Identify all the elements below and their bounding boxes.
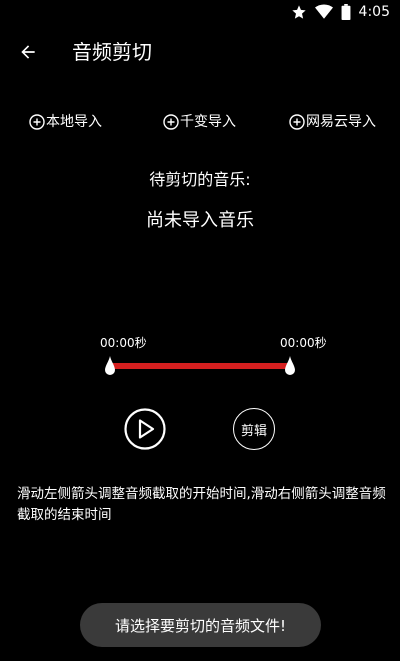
cut-button[interactable]: 剪辑	[233, 408, 275, 450]
arrow-left-icon	[21, 45, 35, 59]
status-bar: 4:05	[0, 0, 400, 24]
status-icons: 4:05	[291, 3, 390, 21]
instruction-text: 滑动左侧箭头调整音频截取的开始时间,滑动右侧箭头调整音频截取的结束时间	[17, 486, 386, 523]
start-time-label: 00:00秒	[100, 336, 147, 350]
start-handle[interactable]	[104, 356, 116, 376]
screen: 4:05 音频剪切 本地导入 千变导入 网易云导入 待剪切的音乐: 尚未导入音乐…	[0, 0, 400, 661]
play-button[interactable]	[124, 408, 166, 450]
end-time-label: 00:00秒	[280, 336, 327, 350]
end-handle[interactable]	[284, 356, 296, 376]
status-time: 4:05	[358, 4, 390, 20]
qianbian-import-label: 千变导入	[180, 114, 236, 130]
plus-circle-icon	[289, 114, 305, 130]
current-track-label: 尚未导入音乐	[146, 210, 254, 231]
selection-track	[112, 363, 288, 369]
import-options: 本地导入 千变导入 网易云导入	[0, 112, 400, 134]
battery-icon	[341, 4, 350, 20]
star-icon	[291, 5, 306, 19]
qianbian-import-button[interactable]: 千变导入	[163, 112, 236, 132]
wifi-icon	[314, 4, 333, 19]
netease-import-label: 网易云导入	[306, 114, 376, 130]
netease-import-button[interactable]: 网易云导入	[289, 112, 376, 132]
toast-message: 请选择要剪切的音频文件!	[80, 603, 321, 647]
plus-circle-icon	[29, 114, 45, 130]
play-icon	[124, 408, 166, 450]
app-bar: 音频剪切	[0, 24, 400, 80]
local-import-button[interactable]: 本地导入	[29, 112, 102, 132]
page-title: 音频剪切	[72, 40, 152, 64]
pending-music-label: 待剪切的音乐:	[149, 170, 251, 189]
local-import-label: 本地导入	[46, 114, 102, 130]
back-button[interactable]	[14, 38, 42, 66]
plus-circle-icon	[163, 114, 179, 130]
